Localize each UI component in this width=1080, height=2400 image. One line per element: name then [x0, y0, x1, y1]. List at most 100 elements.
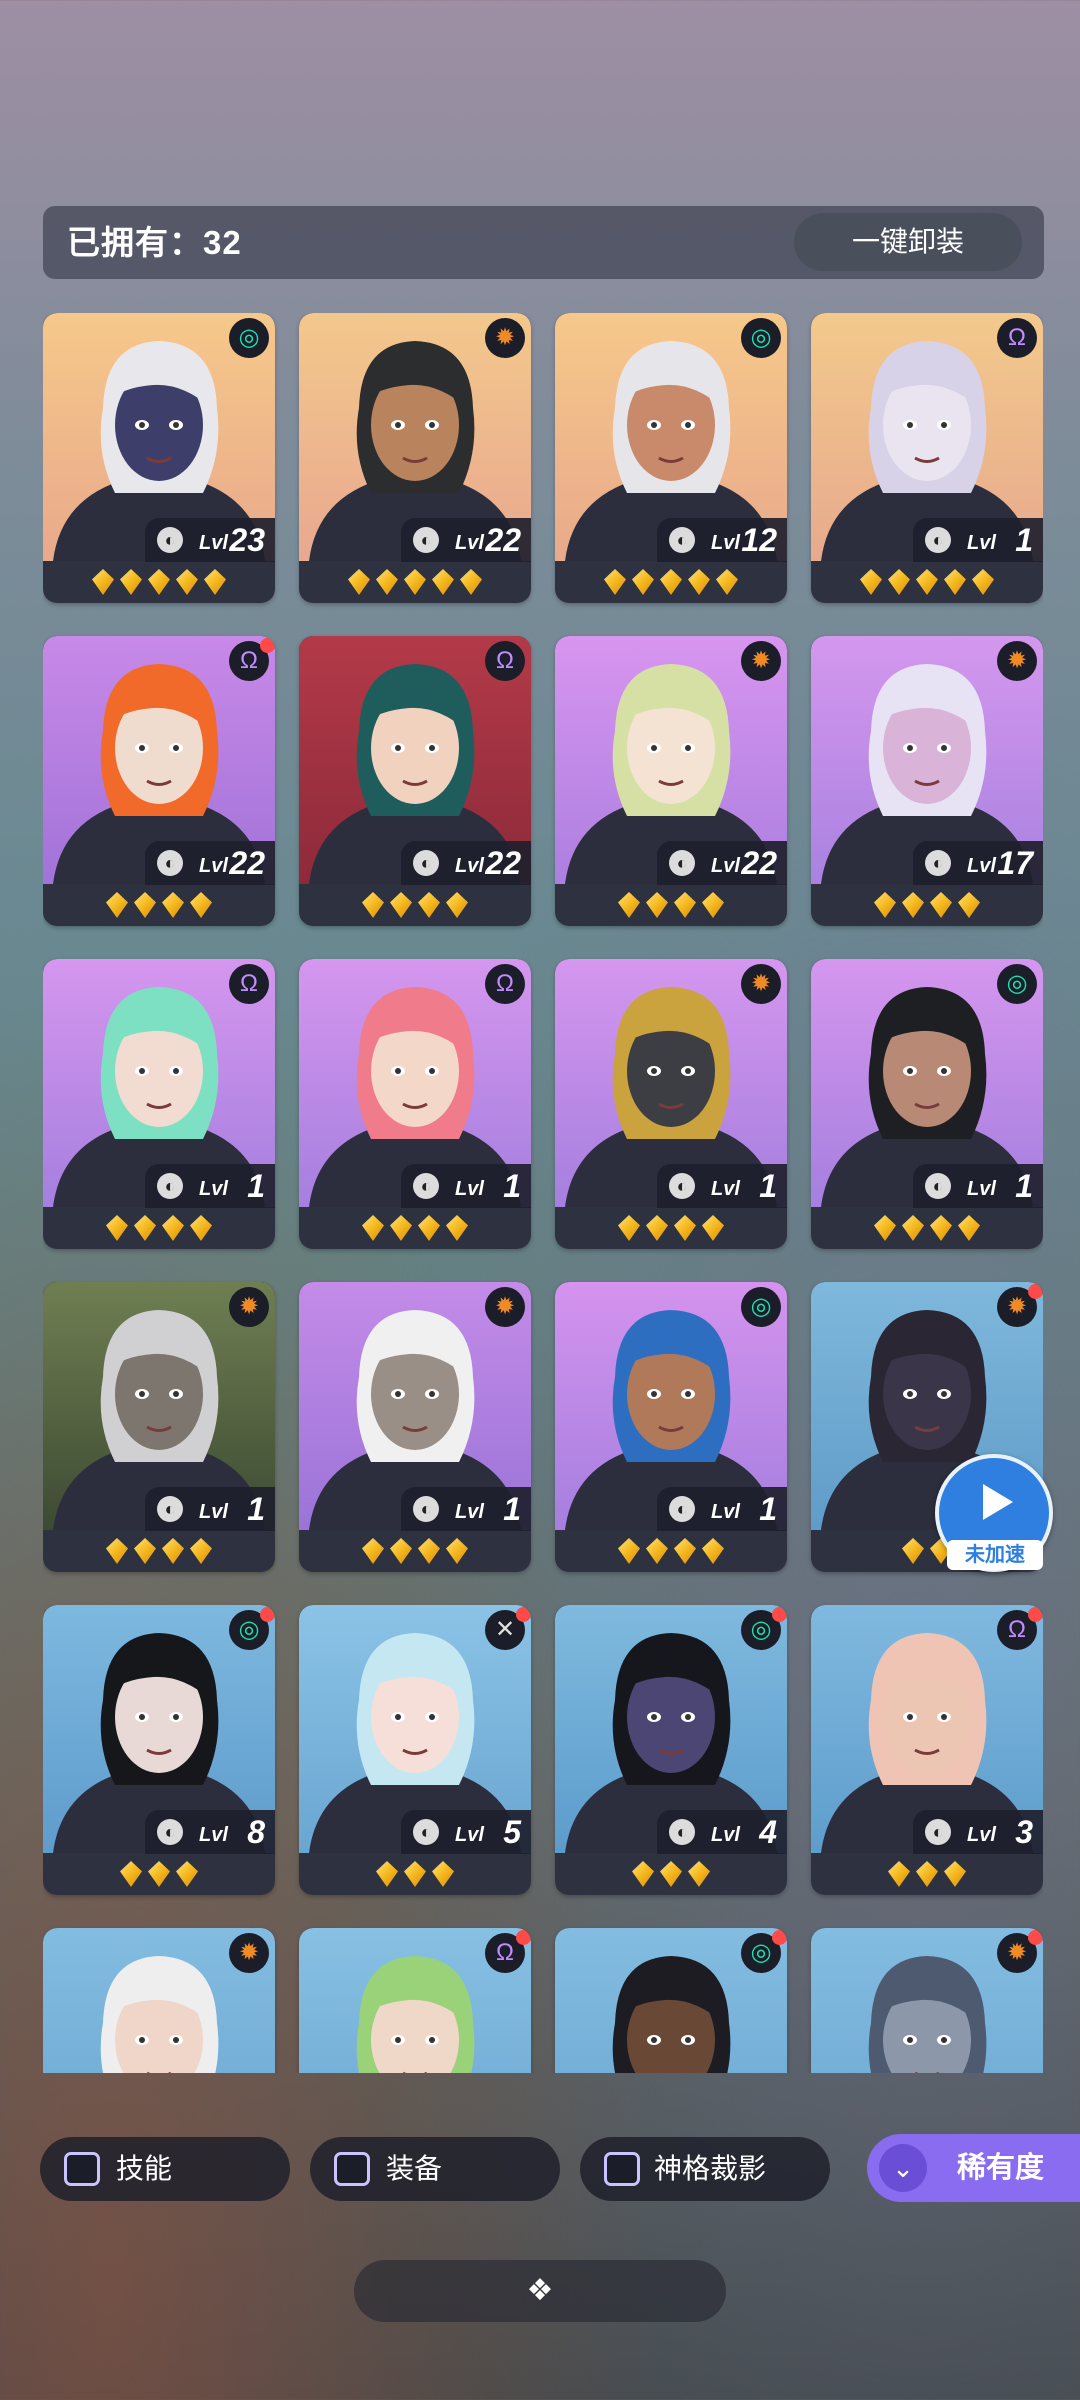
level-bar: ◐ Lvl 5 [401, 1810, 531, 1854]
gold-gem-icon [120, 569, 142, 595]
filter-equipment[interactable]: 装备 [310, 2137, 560, 2201]
gold-gem-icon [106, 892, 128, 918]
rank-icon: ◐ [413, 527, 439, 553]
hero-card[interactable]: ◎ ◐ Lvl 12 [555, 313, 787, 603]
gold-gem-icon [646, 892, 668, 918]
gold-gem-icon [632, 569, 654, 595]
level-prefix: Lvl [711, 532, 740, 554]
level-number: 17 [997, 845, 1033, 881]
hero-card[interactable]: ✹ ◐ Lvl 22 [555, 636, 787, 926]
gold-gem-icon [446, 1215, 468, 1241]
level-prefix: Lvl [455, 855, 484, 877]
gold-gem-icon [404, 1861, 426, 1887]
level-number: 23 [229, 522, 265, 558]
hero-card[interactable]: ◎ ◐ Lvl 23 [43, 313, 275, 603]
bottom-handle[interactable]: ❖ [354, 2260, 726, 2322]
level-bar: ◐ Lvl 1 [145, 1487, 275, 1531]
owned-header: 已拥有：32 一键卸装 [43, 206, 1044, 279]
filter-divine-shadow[interactable]: 神格裁影 [580, 2137, 830, 2201]
hero-card[interactable]: ◎ ◐ Lvl 1 [811, 959, 1043, 1249]
hero-card[interactable]: ✕ ◐ Lvl 5 [299, 1605, 531, 1895]
rank-icon: ◐ [157, 1496, 183, 1522]
gold-gem-icon [944, 569, 966, 595]
rank-icon: ◐ [669, 1819, 695, 1845]
speed-label: 未加速 [947, 1540, 1043, 1570]
sun-icon: ✹ [741, 964, 781, 1004]
gold-gem-icon [106, 1538, 128, 1564]
speed-button[interactable]: 未加速 [935, 1454, 1053, 1572]
gold-gem-icon [362, 1538, 384, 1564]
hero-card[interactable]: ◎ ◐ Lvl 4 [555, 1605, 787, 1895]
helix-icon: Ω [485, 641, 525, 681]
rarity-label: 稀有度 [957, 2152, 1045, 2184]
hero-card[interactable]: ✹ [43, 1928, 275, 2073]
hero-card[interactable]: ◎ ◐ Lvl 1 [555, 1282, 787, 1572]
level-prefix: Lvl [967, 1824, 996, 1846]
notification-dot [516, 1607, 531, 1622]
hero-card[interactable]: Ω ◐ Lvl 22 [299, 636, 531, 926]
hero-card[interactable]: ✹ ◐ Lvl 17 [811, 636, 1043, 926]
rarity-sort-button[interactable]: ⌄ 稀有度 [867, 2134, 1080, 2202]
level-number: 1 [503, 1491, 521, 1527]
gold-gem-icon [190, 1215, 212, 1241]
skill-checkbox[interactable] [64, 2152, 100, 2186]
hero-card[interactable]: ✹ ◐ Lvl 1 [43, 1282, 275, 1572]
gold-gem-icon [120, 1861, 142, 1887]
swirl-icon: ◎ [741, 318, 781, 358]
rank-icon: ◐ [925, 1819, 951, 1845]
star-rating [555, 565, 787, 599]
gold-gem-icon [404, 569, 426, 595]
gold-gem-icon [674, 1215, 696, 1241]
divine-shadow-checkbox[interactable] [604, 2152, 640, 2186]
hero-card[interactable]: Ω ◐ Lvl 22 [43, 636, 275, 926]
level-bar: ◐ Lvl 1 [913, 518, 1043, 562]
level-prefix: Lvl [455, 532, 484, 554]
star-rating [555, 888, 787, 922]
level-number: 3 [1015, 1814, 1033, 1850]
hero-card[interactable]: ✹ ◐ Lvl 22 [299, 313, 531, 603]
notification-dot [1028, 1284, 1043, 1299]
gold-gem-icon [376, 569, 398, 595]
hero-card[interactable]: ◎ [555, 1928, 787, 2073]
hero-card[interactable]: ✹ ◐ Lvl 1 [555, 959, 787, 1249]
filter-skill[interactable]: 技能 [40, 2137, 290, 2201]
equipment-checkbox[interactable] [334, 2152, 370, 2186]
gold-gem-icon [432, 569, 454, 595]
gold-gem-icon [148, 569, 170, 595]
gold-gem-icon [930, 892, 952, 918]
star-rating [43, 565, 275, 599]
hero-card[interactable]: Ω ◐ Lvl 3 [811, 1605, 1043, 1895]
level-prefix: Lvl [455, 1824, 484, 1846]
level-bar: ◐ Lvl 12 [657, 518, 787, 562]
star-rating [299, 1534, 531, 1568]
star-rating [811, 888, 1043, 922]
level-prefix: Lvl [711, 855, 740, 877]
hero-card[interactable]: ✹ ◐ Lvl 1 [299, 1282, 531, 1572]
hero-card[interactable]: ◎ ◐ Lvl 8 [43, 1605, 275, 1895]
level-number: 8 [247, 1814, 265, 1850]
rank-icon: ◐ [413, 1496, 439, 1522]
gold-gem-icon [958, 892, 980, 918]
gold-gem-icon [432, 1861, 454, 1887]
hero-card[interactable]: ✹ [811, 1928, 1043, 2073]
hero-card[interactable]: Ω ◐ Lvl 1 [43, 959, 275, 1249]
hero-card[interactable]: Ω [299, 1928, 531, 2073]
gold-gem-icon [702, 1215, 724, 1241]
notification-dot [260, 1607, 275, 1622]
rank-icon: ◐ [413, 850, 439, 876]
hero-grid: ◎ ◐ Lvl 23 ✹ ◐ Lvl 22 ◎ ◐ Lvl 12 Ω ◐ Lvl… [43, 313, 1043, 2073]
level-prefix: Lvl [199, 1501, 228, 1523]
unequip-all-button[interactable]: 一键卸装 [794, 213, 1022, 271]
hero-card[interactable]: Ω ◐ Lvl 1 [811, 313, 1043, 603]
sun-icon: ✹ [485, 318, 525, 358]
gold-gem-icon [418, 1538, 440, 1564]
skill-label: 技能 [116, 2153, 173, 2184]
level-bar: ◐ Lvl 22 [401, 841, 531, 885]
level-bar: ◐ Lvl 1 [145, 1164, 275, 1208]
gold-gem-icon [674, 1538, 696, 1564]
notification-dot [516, 1930, 531, 1945]
gold-gem-icon [702, 892, 724, 918]
sun-icon: ✹ [741, 641, 781, 681]
hero-card[interactable]: Ω ◐ Lvl 1 [299, 959, 531, 1249]
swirl-icon: ◎ [741, 1287, 781, 1327]
